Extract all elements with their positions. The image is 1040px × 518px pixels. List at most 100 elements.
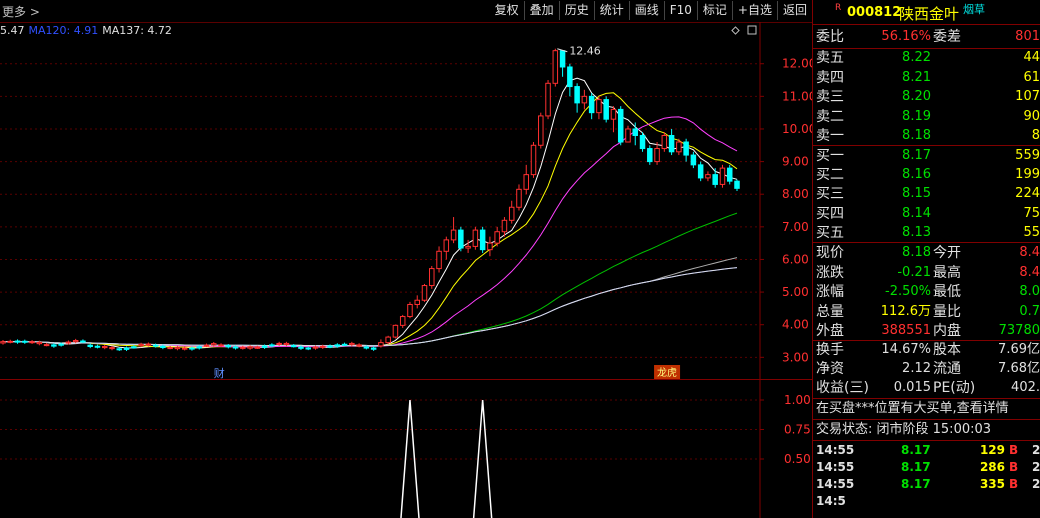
candle-body-up xyxy=(487,242,493,251)
candle-body-down xyxy=(261,345,268,348)
candle-body-up xyxy=(65,341,72,344)
price-tick-label: 3.00 xyxy=(782,350,809,364)
candle-body-up xyxy=(218,344,224,347)
status-row: 交易状态: 闭市阶段 15:00:03 xyxy=(813,420,1040,440)
ma137-line xyxy=(2,267,738,347)
candle-body-down xyxy=(479,229,486,251)
price-tick-label: 10.00 xyxy=(782,122,812,136)
tick-row: 14:5 xyxy=(813,492,1040,510)
candle-body-up xyxy=(421,285,428,301)
more-menu[interactable]: 更多 > xyxy=(2,3,40,20)
candle-body-down xyxy=(697,164,704,179)
diamond-icon[interactable] xyxy=(731,26,740,35)
ask-level-price[interactable]: 8.21 xyxy=(902,68,931,88)
candle-body-up xyxy=(356,344,362,347)
ask-level-row: 卖三 8.20 107 xyxy=(813,87,1040,107)
candle-body-down xyxy=(51,344,57,347)
candle-body-down xyxy=(559,50,566,68)
big-order-notice[interactable]: 在买盘***位置有大买单,查看详情 xyxy=(816,399,1009,419)
bid-level-price[interactable]: 8.13 xyxy=(902,223,931,243)
toolbar-button-3[interactable]: 统计 xyxy=(593,1,629,20)
fin-value: 14.67% xyxy=(881,342,931,357)
toolbar-button-1[interactable]: 叠加 xyxy=(523,1,559,20)
bid-level-label: 买三 xyxy=(816,186,844,203)
candle-body-up xyxy=(312,346,319,349)
candle-body-down xyxy=(639,134,646,150)
bid-level-price[interactable]: 8.17 xyxy=(902,146,931,166)
ask-level-price[interactable]: 8.22 xyxy=(902,48,931,68)
candle-body-up xyxy=(523,174,530,190)
candle-body-up xyxy=(349,342,355,346)
kline-chart[interactable]: 12.00 11.00 10.00 9.00 8.00 7.00 6.00 5.00 4.00 3… xyxy=(0,22,812,380)
candle-body-up xyxy=(72,339,79,343)
candle-body-up xyxy=(719,167,726,185)
bid-level-price[interactable]: 8.15 xyxy=(902,184,931,204)
price-tick-label: 5.00 xyxy=(782,285,809,299)
tick-direction: B xyxy=(1009,477,1019,491)
candle-body-up xyxy=(508,206,515,221)
candle-body-down xyxy=(647,148,653,163)
bid-level-row: 买三 8.15 224 xyxy=(813,184,1040,204)
candle-body-down xyxy=(617,108,624,143)
tick-volume: 335 xyxy=(979,477,1005,491)
quote-row: 涨幅 -2.50% 最低 8.0 xyxy=(813,282,1040,302)
candle-body-up xyxy=(210,343,217,346)
ma60-line xyxy=(2,212,738,347)
ask-level-price[interactable]: 8.18 xyxy=(902,126,931,146)
candle-body-up xyxy=(436,250,442,270)
bid-level-label: 买一 xyxy=(816,148,844,164)
finance-marker[interactable]: 财 xyxy=(214,366,225,380)
lhb-marker[interactable]: 龙虎 xyxy=(657,366,677,379)
indicator-chart[interactable]: 1.00 0.75 0.50 xyxy=(0,380,812,518)
candle-body-down xyxy=(290,345,297,348)
r-mark: R xyxy=(835,3,842,13)
quote-row: 外盘 388551 内盘 73780 xyxy=(813,321,1040,341)
bid-level-price[interactable]: 8.14 xyxy=(902,204,931,224)
bid-level-label: 买四 xyxy=(816,205,844,222)
quote-label: 今开 xyxy=(933,245,961,261)
candle-body-up xyxy=(101,346,108,349)
toolbar-button-0[interactable]: 复权 xyxy=(490,1,524,20)
ask-level-row: 卖一 8.18 8 xyxy=(813,126,1040,146)
candle-body-up xyxy=(494,231,500,244)
ask-level-price[interactable]: 8.19 xyxy=(902,107,931,127)
candle-body-down xyxy=(152,344,159,347)
toolbar-button-8[interactable]: 返回 xyxy=(776,1,812,20)
bid-level-volume: 55 xyxy=(1023,224,1040,240)
toolbar-button-6[interactable]: 标记 xyxy=(696,1,732,20)
tick-price: 8.17 xyxy=(901,443,931,457)
candle-body-up xyxy=(36,341,43,345)
candle-body-down xyxy=(370,347,377,350)
toolbar-button-2[interactable]: 历史 xyxy=(558,1,594,20)
trade-status: 交易状态: 闭市阶段 15:00:03 xyxy=(816,422,992,437)
candle-body-down xyxy=(131,346,137,349)
candle-body-up xyxy=(465,245,471,249)
stock-name[interactable]: 陕西金叶 xyxy=(899,3,959,24)
indicator-tick-label: 1.00 xyxy=(784,393,811,407)
ask-level-price[interactable]: 8.20 xyxy=(902,87,931,107)
quote-value: 73780 xyxy=(998,323,1040,339)
stock-code[interactable]: 000812 xyxy=(847,5,901,20)
window-icon[interactable] xyxy=(747,25,757,35)
bid-level-volume: 559 xyxy=(1015,148,1040,163)
toolbar-button-7[interactable]: +自选 xyxy=(731,1,777,20)
candle-body-up xyxy=(138,343,144,347)
candle-body-down xyxy=(269,344,275,347)
candle-body-up xyxy=(516,188,522,208)
weibi-value: 56.16% xyxy=(881,29,931,44)
bid-level-volume: 75 xyxy=(1023,205,1040,221)
toolbar-button-5[interactable]: F10 xyxy=(663,1,697,20)
toolbar-button-4[interactable]: 画线 xyxy=(628,1,664,20)
fin-label: 换手 xyxy=(816,342,844,358)
bid-level-price[interactable]: 8.16 xyxy=(902,165,931,185)
tick-price: 8.17 xyxy=(901,477,931,491)
candle-body-up xyxy=(596,99,602,114)
tick-volume: 129 xyxy=(979,443,1005,457)
stock-app: 更多 > 复权 叠加 历史 统计 画线 F10 标记 +自选 返回 5.47 MA120: 4.9… xyxy=(0,0,1040,518)
tick-row: 14:55 8.17 335 B 2 xyxy=(813,475,1040,493)
ask-level-label: 卖一 xyxy=(816,128,844,144)
candle-body-up xyxy=(276,342,282,345)
notice-row[interactable]: 在买盘***位置有大买单,查看详情 xyxy=(813,399,1040,419)
sector-tag[interactable]: 烟草 xyxy=(963,1,985,17)
candle-body-up xyxy=(240,346,246,349)
